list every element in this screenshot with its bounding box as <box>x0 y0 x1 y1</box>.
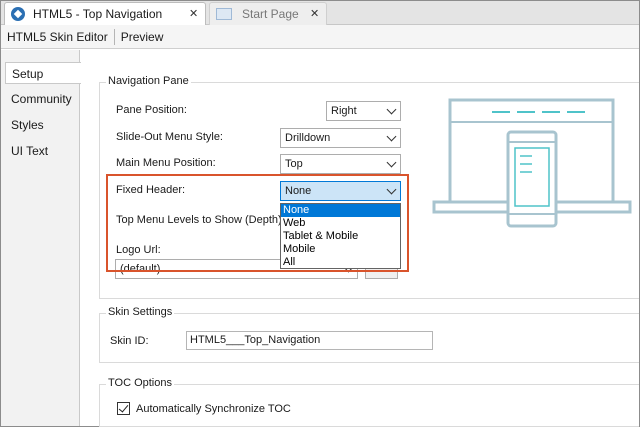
tab-html5-top-navigation[interactable]: HTML5 - Top Navigation ✕ <box>4 2 206 25</box>
sidebar-item-community[interactable]: Community <box>1 88 79 110</box>
logo-url-label: Logo Url: <box>116 244 161 256</box>
html5-skin-icon <box>11 7 25 21</box>
start-page-icon <box>216 8 232 20</box>
slideout-menu-style-select[interactable]: Drilldown <box>280 128 401 148</box>
main-menu-position-select[interactable]: Top <box>280 154 401 174</box>
dropdown-option-web[interactable]: Web <box>281 217 400 230</box>
auto-sync-toc-checkbox[interactable] <box>117 402 130 415</box>
main-menu-position-label: Main Menu Position: <box>116 157 216 169</box>
main-menu-position-value: Top <box>285 158 303 170</box>
preview-button[interactable]: Preview <box>115 30 170 44</box>
skin-settings-title: Skin Settings <box>106 306 175 318</box>
chevron-down-icon <box>386 184 397 195</box>
tab-label: Start Page <box>242 7 299 21</box>
dropdown-option-mobile[interactable]: Mobile <box>281 243 400 256</box>
sidebar-item-setup[interactable]: Setup <box>5 62 81 84</box>
fixed-header-value: None <box>285 185 312 197</box>
pane-position-select[interactable]: Right <box>326 101 401 121</box>
close-icon[interactable]: ✕ <box>310 7 319 20</box>
dropdown-option-none[interactable]: None <box>281 204 400 217</box>
logo-url-value: (default) <box>120 263 161 275</box>
toc-options-title: TOC Options <box>106 377 174 389</box>
pane-position-value: Right <box>331 105 357 117</box>
sidebar-item-ui-text[interactable]: UI Text <box>1 140 79 162</box>
navigation-pane-title: Navigation Pane <box>106 75 191 87</box>
fixed-header-label: Fixed Header: <box>116 184 186 196</box>
slideout-menu-style-label: Slide-Out Menu Style: <box>116 131 223 143</box>
fixed-header-dropdown-list: None Web Tablet & Mobile Mobile All <box>280 203 401 269</box>
skin-id-label: Skin ID: <box>110 335 149 347</box>
chevron-down-icon <box>386 104 397 115</box>
document-tab-strip: HTML5 - Top Navigation ✕ Start Page ✕ <box>1 1 639 25</box>
fixed-header-select[interactable]: None <box>280 181 401 201</box>
sidebar-item-styles[interactable]: Styles <box>1 114 79 136</box>
top-menu-levels-label: Top Menu Levels to Show (Depth): <box>116 214 285 226</box>
skin-id-input[interactable]: HTML5___Top_Navigation <box>186 331 433 350</box>
pane-position-label: Pane Position: <box>116 104 187 116</box>
auto-sync-toc-label: Automatically Synchronize TOC <box>136 403 291 415</box>
skin-editor-label: HTML5 Skin Editor <box>7 29 108 44</box>
tab-label: HTML5 - Top Navigation <box>33 7 163 21</box>
chevron-down-icon <box>386 131 397 142</box>
responsive-device-illustration <box>432 98 632 228</box>
close-icon[interactable]: ✕ <box>189 7 198 20</box>
editor-toolbar: HTML5 Skin Editor Preview <box>1 25 639 49</box>
dropdown-option-tablet-mobile[interactable]: Tablet & Mobile <box>281 230 400 243</box>
tab-start-page[interactable]: Start Page ✕ <box>209 2 327 25</box>
chevron-down-icon <box>386 157 397 168</box>
dropdown-option-all[interactable]: All <box>281 256 400 269</box>
slideout-menu-style-value: Drilldown <box>285 132 331 144</box>
section-sidebar: Setup Community Styles UI Text <box>1 50 81 426</box>
